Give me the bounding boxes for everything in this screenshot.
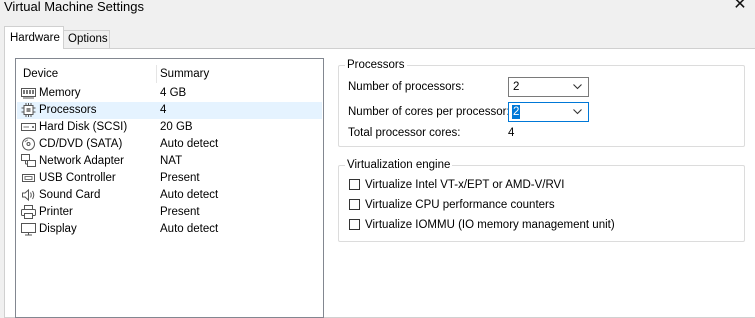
device-summary: Auto detect [160, 189, 219, 201]
number-of-processors-label: Number of processors: [348, 81, 465, 93]
device-row-display[interactable]: Display Auto detect [17, 221, 322, 238]
close-icon[interactable]: ✕ [733, 0, 747, 13]
device-row-processors[interactable]: Processors 4 [17, 102, 322, 119]
device-summary: Auto detect [160, 223, 219, 235]
processor-icon [21, 103, 36, 117]
device-name: Sound Card [39, 189, 101, 201]
device-summary: 4 GB [160, 87, 187, 99]
device-name: Hard Disk (SCSI) [39, 121, 128, 133]
virtualization-engine-title: Virtualization engine [347, 159, 451, 171]
total-cores-label: Total processor cores: [348, 127, 461, 139]
virtualize-cpu-counters-label[interactable]: Virtualize CPU performance counters [365, 198, 555, 212]
hard-disk-icon [21, 123, 36, 131]
device-summary: 20 GB [160, 121, 193, 133]
device-summary: NAT [160, 155, 183, 167]
device-name: CD/DVD (SATA) [39, 138, 123, 150]
window-title: Virtual Machine Settings [4, 0, 144, 14]
usb-icon [22, 174, 35, 182]
device-column-header[interactable]: Device [23, 67, 58, 81]
device-row-usb-controller[interactable]: USB Controller Present [17, 170, 322, 187]
device-name: Memory [39, 87, 81, 99]
device-row-memory[interactable]: Memory 4 GB [17, 85, 322, 102]
total-cores-value: 4 [508, 127, 515, 139]
cores-per-processor-label: Number of cores per processor: [348, 106, 510, 118]
device-row-network-adapter[interactable]: Network Adapter NAT [17, 153, 322, 170]
chevron-down-icon [573, 84, 582, 90]
device-row-hard-disk[interactable]: Hard Disk (SCSI) 20 GB [17, 119, 322, 136]
device-name: Processors [39, 104, 97, 116]
network-adapter-icon [21, 154, 36, 167]
chevron-down-icon [573, 109, 582, 115]
cd-dvd-icon [22, 137, 35, 151]
device-name: USB Controller [39, 172, 116, 184]
device-list[interactable]: Device Summary Memory 4 GB Processors 4 … [15, 58, 324, 318]
device-summary: Present [160, 206, 200, 218]
column-separator[interactable] [156, 65, 157, 83]
device-row-sound-card[interactable]: Sound Card Auto detect [17, 187, 322, 204]
cores-per-processor-value: 2 [512, 105, 521, 119]
device-row-printer[interactable]: Printer Present [17, 204, 322, 221]
summary-column-header[interactable]: Summary [160, 67, 209, 81]
device-name: Network Adapter [39, 155, 125, 167]
tab-options[interactable]: Options [64, 30, 110, 49]
device-summary: Auto detect [160, 138, 219, 150]
tab-hardware[interactable]: Hardware [4, 26, 64, 49]
virtualize-vtx-label[interactable]: Virtualize Intel VT-x/EPT or AMD-V/RVI [365, 178, 564, 192]
device-summary: 4 [160, 104, 167, 116]
number-of-processors-value: 2 [513, 81, 520, 93]
display-icon [21, 223, 36, 236]
virtualize-cpu-counters-checkbox[interactable] [349, 199, 360, 210]
memory-icon [21, 88, 36, 99]
cores-per-processor-select[interactable]: 2 [508, 102, 589, 122]
virtualize-iommu-label[interactable]: Virtualize IOMMU (IO memory management u… [365, 218, 615, 232]
number-of-processors-select[interactable]: 2 [508, 77, 589, 97]
device-name: Printer [39, 206, 73, 218]
title-bar: Virtual Machine Settings ✕ [0, 0, 755, 26]
device-summary: Present [160, 172, 200, 184]
processors-group-title: Processors [347, 59, 405, 71]
device-row-cd-dvd[interactable]: CD/DVD (SATA) Auto detect [17, 136, 322, 153]
virtualize-vtx-checkbox[interactable] [349, 179, 360, 190]
printer-icon [21, 205, 36, 219]
virtualize-iommu-checkbox[interactable] [349, 219, 360, 230]
sound-card-icon [22, 188, 35, 202]
device-name: Display [39, 223, 77, 235]
